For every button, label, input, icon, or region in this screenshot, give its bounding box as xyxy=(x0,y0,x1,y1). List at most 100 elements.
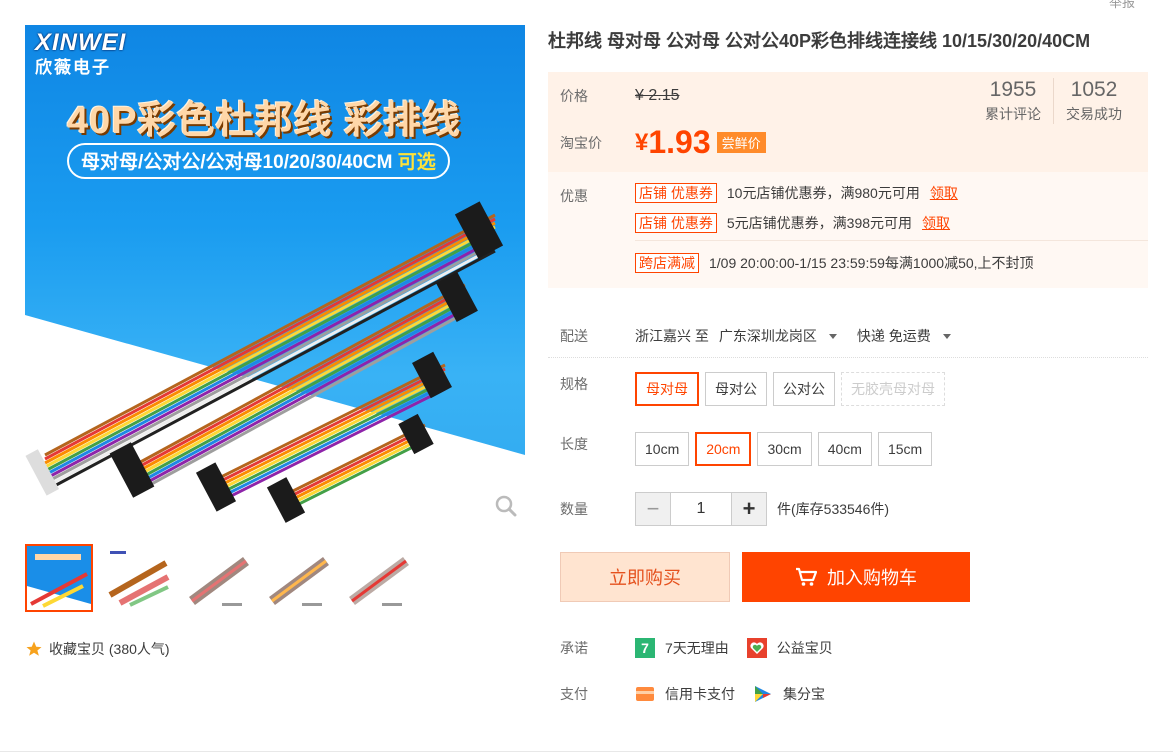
banner-subtitle-text: 母对母/公对公/公对母10/20/30/40CM xyxy=(81,152,393,173)
coupon-1-tag: 店铺 优惠券 xyxy=(635,183,717,203)
length-option-40cm[interactable]: 40cm xyxy=(817,432,872,466)
price-tag-badge: 尝鲜价 xyxy=(716,132,766,153)
length-label: 长度 xyxy=(560,436,588,452)
taobao-price-row: 淘宝价 ¥ 1.93 尝鲜价 xyxy=(560,124,766,161)
quantity-increase-button[interactable]: + xyxy=(732,493,766,525)
spec-option-2[interactable]: 母对公 xyxy=(705,372,767,406)
banner-title: 40P彩色杜邦线 彩排线 xyxy=(67,100,462,142)
promotion-divider xyxy=(635,240,1148,241)
quantity-input[interactable] xyxy=(670,493,732,525)
shipping-method: 快递 免运费 xyxy=(856,328,931,344)
jifenbao-icon xyxy=(755,686,771,702)
star-icon xyxy=(26,641,42,656)
quantity-row: 数量 − + 件(库存533546件) xyxy=(560,492,889,526)
payment-jifenbao-label: 集分宝 xyxy=(783,686,825,702)
charity-heart-icon xyxy=(746,638,767,658)
delivery-destination-select[interactable]: 广东深圳龙岗区 xyxy=(719,326,837,346)
thumbnail-3[interactable] xyxy=(185,544,253,612)
cart-icon xyxy=(796,567,817,586)
length-option-20cm[interactable]: 20cm xyxy=(695,432,752,466)
payment-label: 支付 xyxy=(560,686,588,702)
coupon-2-claim-link[interactable]: 领取 xyxy=(922,213,950,233)
promise-label: 承诺 xyxy=(560,640,588,656)
favorite-label: 收藏宝贝 (380人气) xyxy=(49,641,170,657)
coupon-1: 店铺 优惠券 10元店铺优惠券，满980元可用 领取 xyxy=(635,183,958,203)
main-product-image[interactable]: XINWEI 欣薇电子 40P彩色杜邦线 彩排线 母对母/公对公/公对母10/2… xyxy=(25,25,525,525)
promise-charity-label: 公益宝贝 xyxy=(776,640,833,656)
stat-reviews[interactable]: 1955 累计评论 xyxy=(973,78,1053,124)
stat-reviews-label: 累计评论 xyxy=(985,106,1041,122)
sales-stats: 1955 累计评论 1052 交易成功 xyxy=(973,78,1134,124)
coupon-2: 店铺 优惠券 5元店铺优惠券，满398元可用 领取 xyxy=(635,213,950,233)
coupon-1-text: 10元店铺优惠券，满980元可用 xyxy=(726,185,920,201)
taobao-price-label: 淘宝价 xyxy=(560,134,602,151)
zoom-icon[interactable] xyxy=(495,495,517,517)
payment-credit-card[interactable]: 信用卡支付 xyxy=(635,684,735,704)
spec-option-4: 无胶壳母对母 xyxy=(841,372,945,406)
current-price: 1.93 xyxy=(648,124,711,160)
spec-label: 规格 xyxy=(560,376,588,392)
credit-card-icon xyxy=(636,687,654,701)
thumbnail-list xyxy=(25,544,525,612)
length-row: 长度 10cm 20cm 30cm 40cm 15cm xyxy=(560,432,938,466)
stock-info: 件(库存533546件) xyxy=(777,501,890,517)
cross-store-promo: 跨店满减 1/09 20:00:00-1/15 23:59:59每满1000减5… xyxy=(635,253,1034,273)
thumbnail-1-image xyxy=(27,546,91,610)
promise-charity[interactable]: 公益宝贝 xyxy=(746,638,833,658)
thumbnail-5[interactable] xyxy=(345,544,413,612)
banner-subtitle: 母对母/公对公/公对母10/20/30/40CM 可选 xyxy=(67,143,450,179)
length-option-30cm[interactable]: 30cm xyxy=(757,432,812,466)
delivery-row: 配送 浙江嘉兴 至 广东深圳龙岗区 快递 免运费 xyxy=(560,326,951,346)
coupon-2-tag: 店铺 优惠券 xyxy=(635,213,717,233)
spec-option-3[interactable]: 公对公 xyxy=(773,372,835,406)
delivery-from: 浙江嘉兴 至 xyxy=(635,328,709,344)
thumbnail-4[interactable] xyxy=(265,544,333,612)
thumbnail-2[interactable] xyxy=(105,544,173,612)
coupon-1-claim-link[interactable]: 领取 xyxy=(930,183,958,203)
chevron-down-icon xyxy=(942,333,951,339)
product-title: 杜邦线 母对母 公对母 公对公40P彩色排线连接线 10/15/30/20/40… xyxy=(548,31,1091,51)
spec-option-1[interactable]: 母对母 xyxy=(635,372,699,406)
currency-symbol: ¥ xyxy=(635,128,649,156)
shipping-method-select[interactable]: 快递 免运费 xyxy=(857,326,951,346)
length-option-15cm[interactable]: 15cm xyxy=(877,432,933,466)
price-label: 价格 xyxy=(560,88,588,104)
product-detail: 杜邦线 母对母 公对母 公对公40P彩色排线连接线 10/15/30/20/40… xyxy=(548,28,1148,728)
original-price-row: 价格 ¥ 2.15 xyxy=(560,86,679,106)
delivery-destination: 广东深圳龙岗区 xyxy=(718,328,817,344)
product-gallery: XINWEI 欣薇电子 40P彩色杜邦线 彩排线 母对母/公对公/公对母10/2… xyxy=(25,25,525,659)
promise-row: 承诺 7 7天无理由 公益宝贝 xyxy=(560,638,851,658)
delivery-divider xyxy=(548,357,1148,358)
favorite-button[interactable]: 收藏宝贝 (380人气) xyxy=(25,639,525,659)
promise-7day[interactable]: 7 7天无理由 xyxy=(635,638,729,658)
thumbnail-4-image xyxy=(269,556,329,606)
add-to-cart-label: 加入购物车 xyxy=(827,568,917,588)
stat-transactions-value: 1052 xyxy=(1070,78,1118,101)
delivery-label: 配送 xyxy=(560,328,588,344)
payment-jifenbao[interactable]: 集分宝 xyxy=(753,684,825,704)
banner-subtitle-highlight: 可选 xyxy=(397,152,436,173)
buy-now-button[interactable]: 立即购买 xyxy=(560,552,730,602)
stat-transactions-label: 交易成功 xyxy=(1066,106,1122,122)
coupon-2-text: 5元店铺优惠券，满398元可用 xyxy=(726,215,913,231)
stat-transactions: 1052 交易成功 xyxy=(1053,78,1134,124)
original-price: ¥ 2.15 xyxy=(635,87,680,104)
quantity-decrease-button[interactable]: − xyxy=(636,493,670,525)
payment-row: 支付 信用卡支付 集分宝 xyxy=(560,684,843,704)
cross-store-tag[interactable]: 跨店满减 xyxy=(635,253,699,273)
chevron-down-icon xyxy=(828,333,837,339)
add-to-cart-button[interactable]: 加入购物车 xyxy=(742,552,970,602)
length-option-10cm[interactable]: 10cm xyxy=(635,432,690,466)
spec-row: 规格 母对母 母对公 公对公 无胶壳母对母 xyxy=(560,372,951,406)
thumbnail-3-image xyxy=(189,556,249,606)
stat-reviews-value: 1955 xyxy=(989,78,1037,101)
report-link[interactable]: 举报 xyxy=(1109,0,1135,11)
promotion-panel: 优惠 店铺 优惠券 10元店铺优惠券，满980元可用 领取 店铺 优惠券 5元店… xyxy=(548,172,1148,288)
thumbnail-1[interactable] xyxy=(25,544,93,612)
cross-store-text: 1/09 20:00:00-1/15 23:59:59每满1000减50,上不封… xyxy=(709,255,1034,271)
payment-credit-card-label: 信用卡支付 xyxy=(665,686,735,702)
quantity-label: 数量 xyxy=(560,501,588,517)
seven-day-return-icon: 7 xyxy=(635,638,655,658)
quantity-stepper: − + xyxy=(635,492,767,526)
page-bottom-divider xyxy=(0,751,1173,752)
